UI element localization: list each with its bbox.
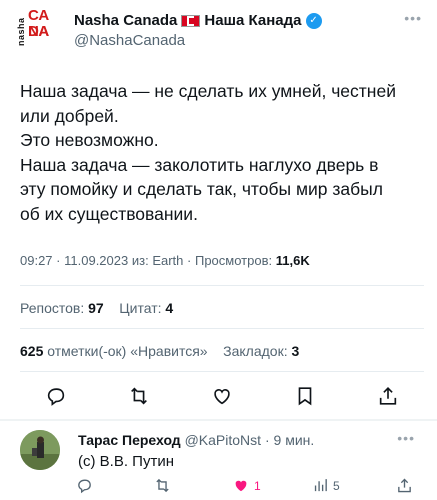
tweet-source: Earth <box>152 253 184 268</box>
tweet-text-line: эту помойку и сделать так, чтобы мир заб… <box>20 179 383 199</box>
share-icon[interactable] <box>376 384 400 408</box>
divider <box>20 285 424 286</box>
canada-flag-icon <box>181 14 201 27</box>
tweet-text-line: Это невозможно. <box>20 130 159 150</box>
tweet-time[interactable]: 09:27 <box>20 253 53 268</box>
reply-avatar[interactable] <box>20 430 60 470</box>
account-avatar[interactable]: nasha CA NA DA <box>14 6 64 50</box>
tweet-text-line: или добрей. <box>20 105 119 126</box>
likes-bookmarks-row: 625 отметки(-ок) «Нравится» Закладок: 3 <box>20 343 299 359</box>
bookmark-icon[interactable] <box>293 384 317 408</box>
retweet-icon[interactable] <box>127 384 151 408</box>
tweet-header: nasha CA NA DA Nasha Canada Наша Канада … <box>14 6 424 50</box>
likes-count[interactable]: 625 <box>20 343 43 359</box>
source-prefix: из: <box>131 253 149 268</box>
account-handle[interactable]: @NashaCanada <box>74 32 185 49</box>
section-divider <box>0 419 437 421</box>
reply-text: (с) В.В. Путин <box>78 453 174 470</box>
display-name-row[interactable]: Nasha Canada Наша Канада ✓ <box>74 12 322 29</box>
likes-label[interactable]: отметки(-ок) «Нравится» <box>47 343 207 359</box>
reply-icon[interactable] <box>44 384 68 408</box>
tweet-meta: 09:27 · 11.09.2023 из: Earth · Просмотро… <box>20 253 310 268</box>
reply-views-count: 5 <box>333 478 340 493</box>
divider <box>20 328 424 329</box>
like-icon[interactable] <box>210 384 234 408</box>
logo-bottom-text: DA <box>28 23 49 40</box>
display-name[interactable]: Nasha Canada <box>74 12 177 29</box>
quotes-label[interactable]: Цитат: <box>119 300 161 316</box>
reposts-count[interactable]: 97 <box>88 300 104 316</box>
views-icon <box>314 479 327 492</box>
reply-action-bar: 1 5 <box>76 477 416 497</box>
reply-more-options-icon[interactable]: ••• <box>397 430 415 446</box>
reply-views-button[interactable]: 5 <box>312 477 340 494</box>
reply-reply-icon[interactable] <box>76 477 93 494</box>
tweet-text-line: Наша задача — не сделать их умней, честн… <box>20 81 396 101</box>
quotes-count[interactable]: 4 <box>165 300 173 316</box>
reply-likes-count: 1 <box>254 478 261 493</box>
reply-like-button[interactable]: 1 <box>232 477 261 494</box>
views-count: 11,6K <box>275 253 310 268</box>
reply-tweet[interactable]: Тарас Переход @KaPitoNst · 9 мин. ••• (с… <box>0 428 437 500</box>
bookmarks-label[interactable]: Закладок: <box>223 343 287 359</box>
reply-header: Тарас Переход @KaPitoNst · 9 мин. <box>78 432 314 448</box>
tweet-text-line: об их существовании. <box>20 203 198 224</box>
reposts-label[interactable]: Репостов: <box>20 300 84 316</box>
tweet-text-line: Наша задача — заколотить наглухо дверь в <box>20 154 379 175</box>
reply-display-name[interactable]: Тарас Переход <box>78 432 181 448</box>
reposts-quotes-row: Репостов: 97 Цитат: 4 <box>20 300 173 316</box>
verified-badge-icon: ✓ <box>305 12 322 29</box>
tweet-action-bar <box>44 384 400 408</box>
tweet-text: Наша задача — не сделать их умней, честн… <box>20 79 425 226</box>
reply-share-icon[interactable] <box>396 477 413 494</box>
divider <box>20 371 424 372</box>
reply-time[interactable]: 9 мин. <box>274 432 315 448</box>
display-name-cyrillic[interactable]: Наша Канада <box>204 12 301 29</box>
reply-separator: · <box>264 432 270 448</box>
logo-side-text: nasha <box>16 17 26 46</box>
more-options-icon[interactable]: ••• <box>404 10 422 26</box>
views-label: Просмотров: <box>194 253 273 268</box>
reply-retweet-icon[interactable] <box>154 477 171 494</box>
tweet-date[interactable]: 11.09.2023 <box>64 253 128 268</box>
bookmarks-count[interactable]: 3 <box>292 343 300 359</box>
heart-filled-icon <box>235 480 247 492</box>
reply-handle[interactable]: @KaPitoNst <box>185 432 261 448</box>
